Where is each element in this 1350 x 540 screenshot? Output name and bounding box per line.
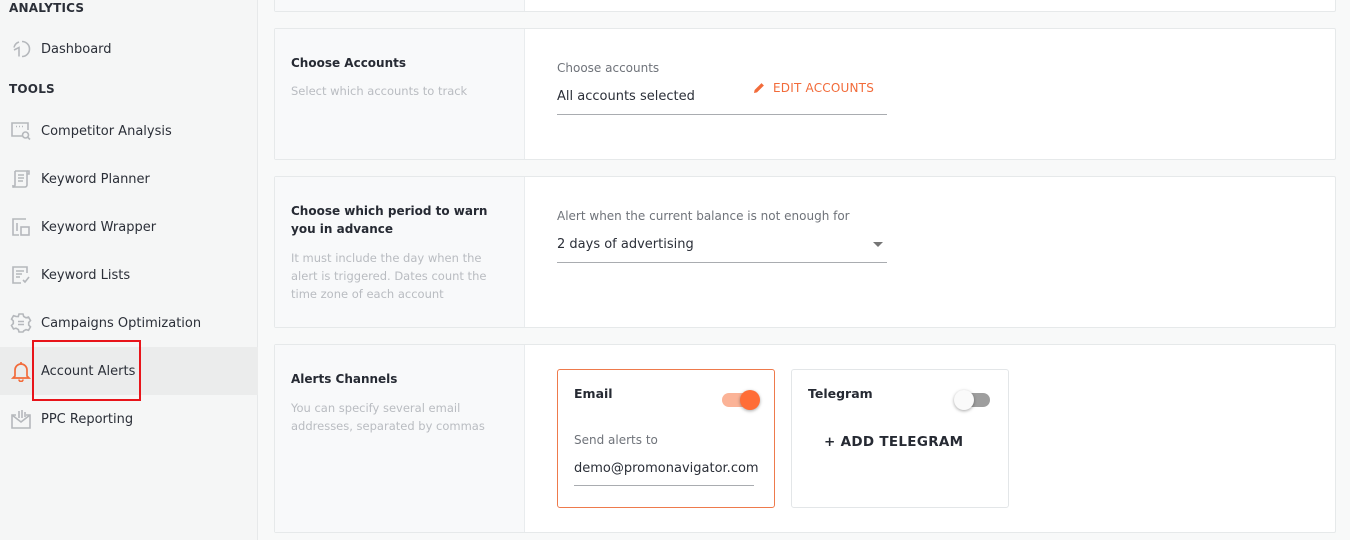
bell-icon [10, 360, 32, 382]
sidebar-item-label: PPC Reporting [41, 411, 134, 427]
card-description: Select which accounts to track [291, 84, 468, 98]
keyword-wrapper-icon [10, 216, 32, 238]
sidebar-item-label: Keyword Wrapper [41, 219, 157, 235]
keyword-lists-icon [10, 264, 32, 286]
email-channel-title: Email [574, 386, 613, 401]
chevron-down-icon[interactable] [873, 242, 883, 247]
sidebar: ANALYTICS Dashboard TOOLS Competitor Ana… [0, 0, 258, 540]
period-select-label: Alert when the current balance is not en… [557, 209, 850, 223]
card-description: You can specify several email addresses,… [291, 401, 485, 433]
section-title-tools: TOOLS [9, 82, 55, 96]
email-field[interactable]: demo@promonavigator.com [574, 461, 759, 476]
telegram-toggle[interactable] [954, 388, 992, 410]
sidebar-item-label: Account Alerts [41, 363, 136, 379]
email-toggle[interactable] [722, 388, 760, 410]
edit-accounts-button[interactable]: EDIT ACCOUNTS [753, 81, 874, 95]
period-select[interactable]: 2 days of advertising [557, 237, 694, 252]
sidebar-item-label: Keyword Planner [41, 171, 150, 187]
card-title: Choose which period to warn you in advan… [291, 204, 488, 236]
choose-accounts-label: Choose accounts [557, 61, 660, 75]
card-title: Alerts Channels [291, 372, 398, 386]
gear-icon [10, 312, 32, 334]
telegram-channel-card: Telegram + ADD TELEGRAM [791, 369, 1009, 508]
pencil-icon [754, 83, 764, 93]
sidebar-item-label: Competitor Analysis [41, 123, 172, 139]
field-underline [557, 262, 887, 263]
warning-period-card: Choose which period to warn you in advan… [274, 176, 1336, 328]
alerts-channels-card: Alerts Channels You can specify several … [274, 344, 1336, 533]
send-alerts-label: Send alerts to [574, 433, 658, 447]
field-underline [574, 485, 754, 486]
edit-accounts-label: EDIT ACCOUNTS [773, 81, 875, 95]
field-underline [557, 114, 887, 115]
section-title-analytics: ANALYTICS [9, 1, 85, 15]
card-description: It must include the day when the alert i… [291, 251, 487, 301]
telegram-channel-title: Telegram [808, 386, 873, 401]
sidebar-item-competitor-analysis[interactable]: Competitor Analysis [0, 107, 258, 155]
dashboard-pie-icon [10, 38, 32, 60]
sidebar-item-label: Dashboard [41, 41, 112, 57]
choose-accounts-card: Choose Accounts Select which accounts to… [274, 28, 1336, 160]
previous-card [274, 0, 1336, 12]
keyword-planner-icon [10, 168, 32, 190]
sidebar-item-campaigns-optimization[interactable]: Campaigns Optimization [0, 299, 258, 347]
sidebar-item-keyword-wrapper[interactable]: Keyword Wrapper [0, 203, 258, 251]
card-title: Choose Accounts [291, 56, 407, 70]
sidebar-item-account-alerts[interactable]: Account Alerts [0, 347, 258, 395]
sidebar-item-keyword-planner[interactable]: Keyword Planner [0, 155, 258, 203]
add-telegram-button[interactable]: + ADD TELEGRAM [824, 434, 963, 450]
sidebar-item-label: Keyword Lists [41, 267, 131, 283]
sidebar-item-keyword-lists[interactable]: Keyword Lists [0, 251, 258, 299]
sidebar-item-dashboard[interactable]: Dashboard [0, 25, 258, 73]
sidebar-item-ppc-reporting[interactable]: PPC Reporting [0, 395, 258, 443]
choose-accounts-value[interactable]: All accounts selected [557, 89, 695, 104]
ppc-report-icon [10, 408, 32, 430]
competitor-search-icon [10, 120, 32, 142]
email-channel-card: Email Send alerts to demo@promonavigator… [557, 369, 775, 508]
sidebar-item-label: Campaigns Optimization [41, 315, 202, 331]
